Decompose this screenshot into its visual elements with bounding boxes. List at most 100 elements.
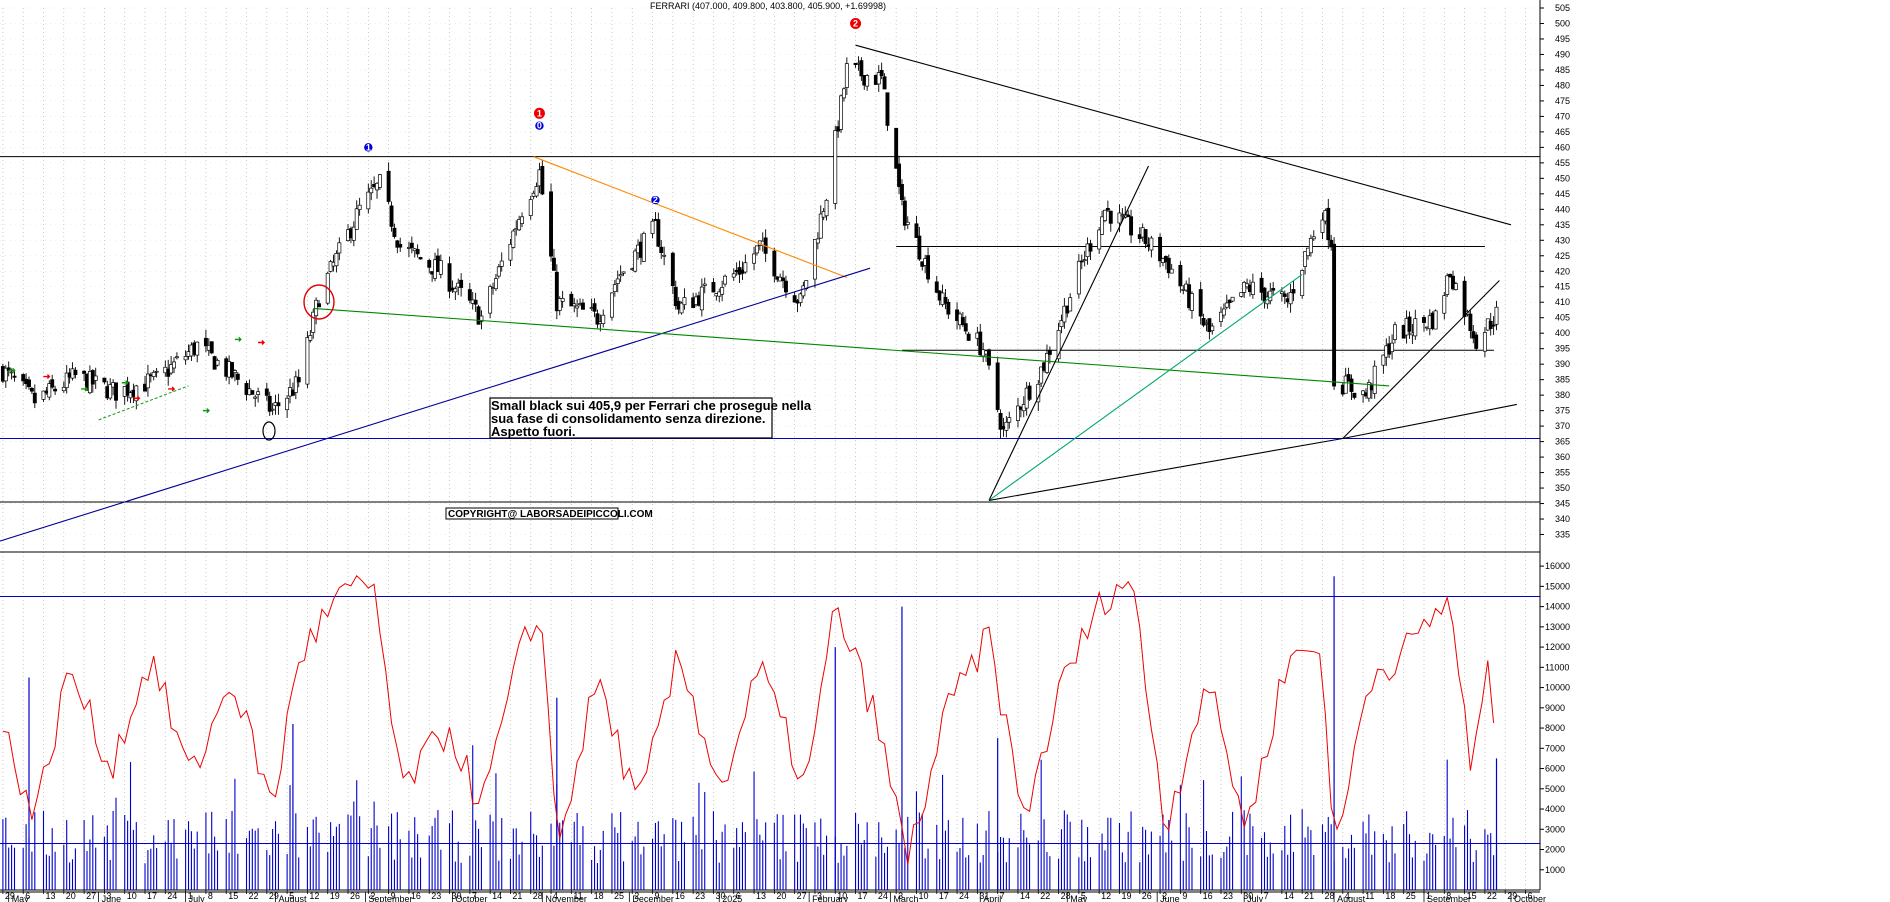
candle-body <box>1224 302 1229 308</box>
candle-body <box>1279 291 1284 294</box>
candle-body <box>53 388 58 392</box>
day-label: 23 <box>1223 891 1233 901</box>
candle-body <box>772 250 777 277</box>
candle-body <box>32 392 37 404</box>
candle-body <box>27 379 31 388</box>
candle-body <box>1288 292 1293 305</box>
candle-body <box>879 70 884 76</box>
annotation-line-3: Aspetto fuori. <box>491 424 576 439</box>
candle-body <box>656 219 661 247</box>
price-tick-label: 395 <box>1555 344 1570 354</box>
candle-body <box>621 271 626 274</box>
candle-body <box>305 337 310 385</box>
price-tick-label: 430 <box>1555 235 1570 245</box>
volume-tick-label: 5000 <box>1545 784 1565 794</box>
month-label: October <box>455 894 487 902</box>
candle-body <box>389 205 394 227</box>
candle-body <box>276 402 281 407</box>
candle-body <box>334 253 339 267</box>
candle-body <box>230 362 234 378</box>
day-label: 14 <box>1020 891 1030 901</box>
candle-body <box>1474 334 1479 349</box>
volume-tick-label: 8000 <box>1545 723 1565 733</box>
day-label: 7 <box>1264 891 1269 901</box>
candle-body <box>1143 229 1148 244</box>
month-label: June <box>1160 894 1180 902</box>
month-label: July <box>189 894 206 902</box>
day-label: 12 <box>309 891 319 901</box>
candle-body <box>723 275 727 285</box>
month-label: May <box>12 894 30 902</box>
wave-marker-label: 1 <box>537 108 542 118</box>
candle-body <box>151 371 156 377</box>
volume-tick-label: 9000 <box>1545 703 1565 713</box>
candle-body <box>754 245 759 254</box>
candle-body <box>914 223 919 238</box>
candle-body <box>377 174 382 188</box>
day-label: 29 <box>269 891 279 901</box>
candle-body <box>618 274 623 277</box>
month-label: September <box>1427 894 1471 902</box>
month-label: November <box>545 894 587 902</box>
candle-body <box>1268 290 1273 302</box>
candle-body <box>183 356 188 361</box>
price-tick-label: 375 <box>1555 406 1570 416</box>
candle-body <box>415 249 420 255</box>
candle-body <box>1082 259 1087 261</box>
price-tick-label: 360 <box>1555 452 1570 462</box>
candle-body <box>818 213 823 239</box>
day-label: 19 <box>1121 891 1131 901</box>
candle-body <box>235 373 240 380</box>
candle-body <box>1271 288 1276 291</box>
candle-body <box>499 260 504 267</box>
volume-tick-label: 6000 <box>1545 764 1565 774</box>
candle-body <box>609 292 614 318</box>
price-tick-label: 440 <box>1555 204 1570 214</box>
candle-body <box>1393 324 1397 340</box>
month-label: August <box>279 894 308 902</box>
candle-body <box>1004 421 1009 431</box>
price-tick-label: 435 <box>1555 220 1570 230</box>
price-tick-label: 415 <box>1555 282 1570 292</box>
day-label: 14 <box>1284 891 1294 901</box>
candle-body <box>1047 349 1052 355</box>
day-label: 27 <box>797 891 807 901</box>
price-tick-label: 495 <box>1555 34 1570 44</box>
month-label: May <box>1070 894 1088 902</box>
day-label: 11 <box>1365 891 1374 901</box>
candle-body <box>839 95 844 130</box>
day-label: 22 <box>1487 891 1497 901</box>
candle-body <box>1349 378 1354 392</box>
candle-body <box>1108 210 1113 224</box>
candle-body <box>865 75 870 87</box>
month-label: December <box>632 894 674 902</box>
candle-body <box>366 191 371 210</box>
candle-body <box>575 305 580 309</box>
candle-body <box>369 187 374 194</box>
price-tick-label: 365 <box>1555 437 1570 447</box>
price-tick-label: 340 <box>1555 514 1570 524</box>
candle-body <box>1158 236 1163 262</box>
day-label: 16 <box>675 891 685 901</box>
candle-body <box>572 303 577 307</box>
candle-body <box>232 370 237 373</box>
candle-body <box>894 127 899 169</box>
annotation-box: Small black sui 405,9 per Ferrari che pr… <box>489 397 812 439</box>
copyright-label: COPYRIGHT@ LABORSADEIPICCOLI.COM <box>448 509 653 520</box>
price-tick-label: 480 <box>1555 80 1570 90</box>
candle-body <box>633 250 638 272</box>
candle-body <box>1433 310 1438 330</box>
day-label: 28 <box>1061 891 1071 901</box>
candle-body <box>650 220 655 234</box>
candle-body <box>172 361 176 369</box>
candle-body <box>1230 296 1235 302</box>
month-label: February <box>812 894 849 902</box>
candle-body <box>73 369 78 376</box>
candle-body <box>662 254 667 257</box>
candle-body <box>447 263 452 292</box>
volume-tick-label: 13000 <box>1545 622 1570 632</box>
chart-background <box>0 0 1890 902</box>
wave-marker-label: 2 <box>853 18 858 28</box>
candle-body <box>659 246 664 253</box>
candle-body <box>154 370 159 373</box>
